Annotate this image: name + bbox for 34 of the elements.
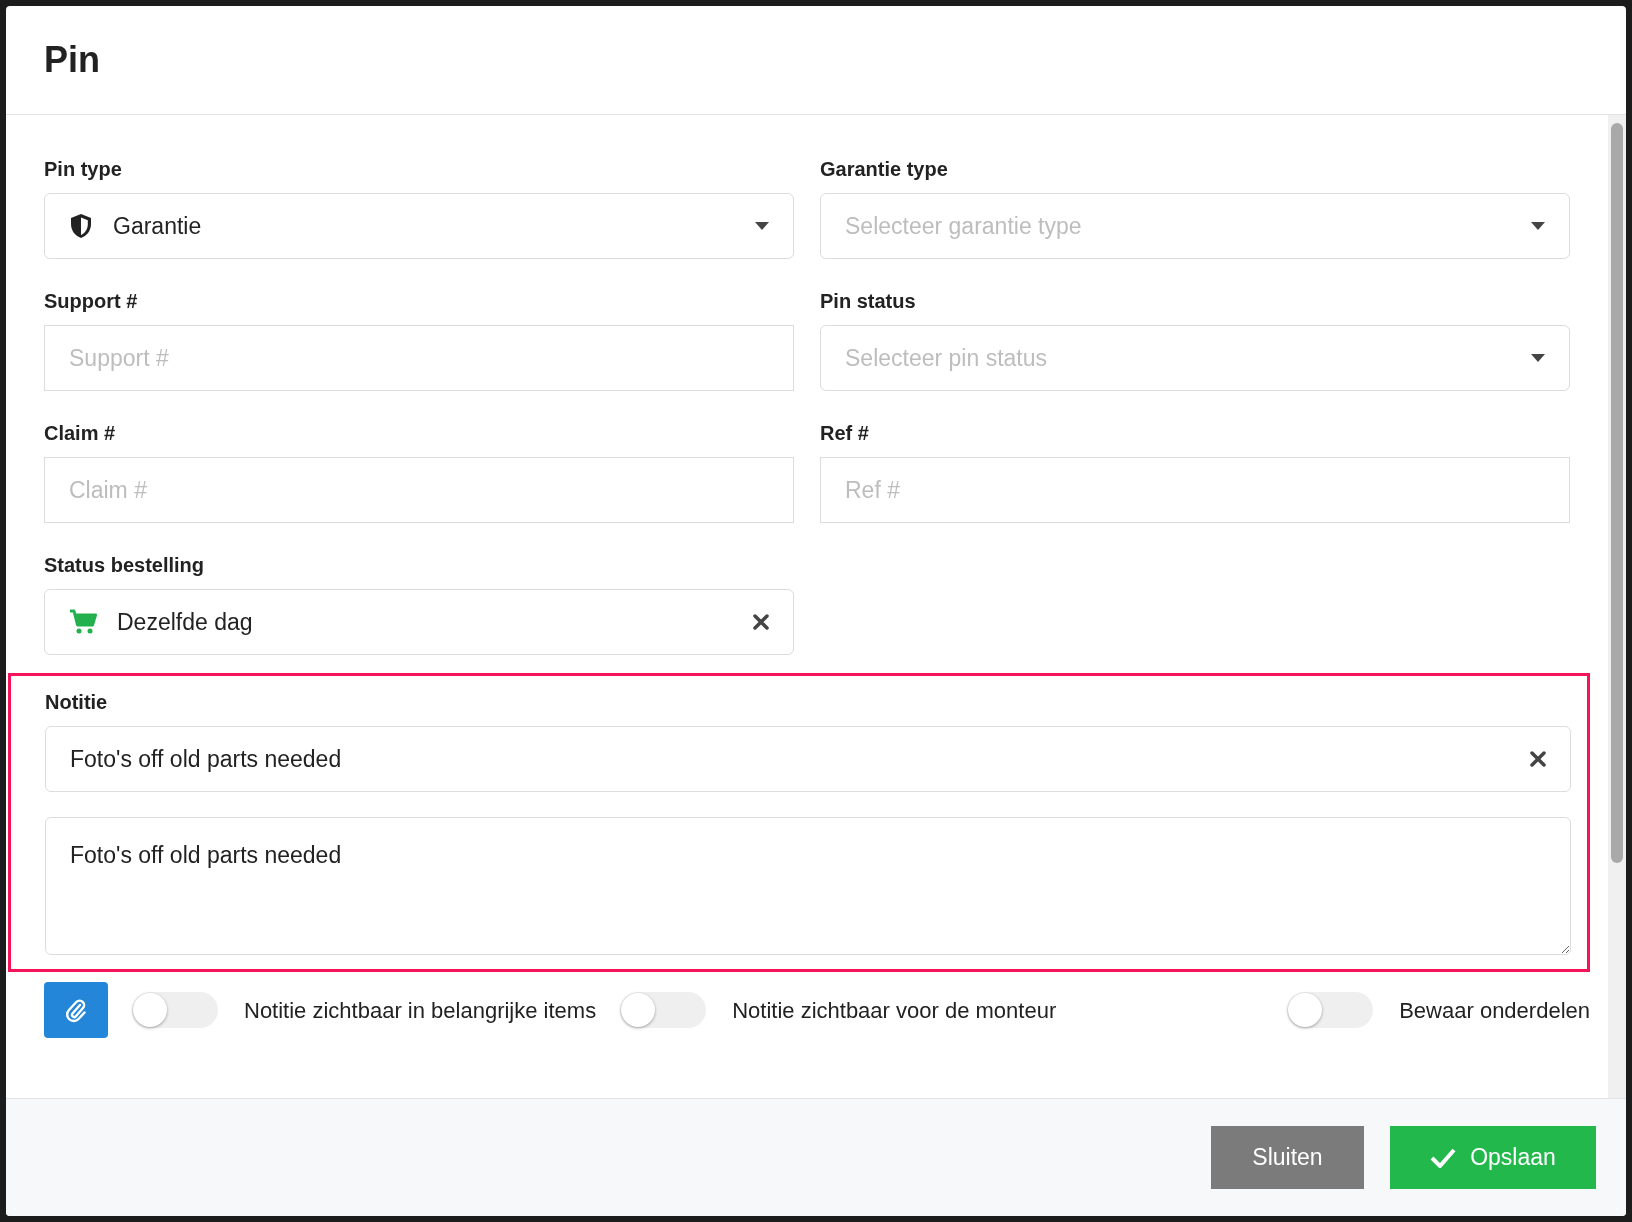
input-field[interactable]: Ref #: [820, 457, 1570, 523]
select-field[interactable]: Dezelfde dag: [44, 589, 794, 655]
toggle-label: Bewaar onderdelen: [1399, 996, 1590, 1025]
clear-icon[interactable]: [1530, 751, 1546, 767]
field-label: Pin type: [44, 157, 123, 182]
toggle-switch[interactable]: [620, 992, 707, 1028]
close-button[interactable]: Sluiten: [1211, 1126, 1364, 1189]
paperclip-icon: [65, 997, 87, 1023]
field-label: Pin status: [820, 289, 917, 314]
field-label: Support #: [44, 289, 139, 314]
text-area[interactable]: Foto's off old parts needed: [45, 817, 1571, 955]
input-field[interactable]: Claim #: [44, 457, 794, 523]
field-label: Claim #: [44, 421, 117, 446]
field-label: Status bestelling: [44, 553, 206, 578]
toggle-label: Notitie zichtbaar in belangrijke items: [244, 996, 597, 1025]
dialog-title: Pin: [44, 38, 100, 82]
input-field[interactable]: Foto's off old parts needed: [45, 726, 1571, 792]
attach-button[interactable]: [44, 982, 108, 1038]
toggle-switch[interactable]: [132, 992, 218, 1028]
caret-icon: [755, 222, 769, 230]
check-icon: [1430, 1147, 1457, 1168]
input-field[interactable]: Support #: [44, 325, 794, 391]
field-label: Garantie type: [820, 157, 949, 182]
caret-icon: [1531, 354, 1545, 362]
scrollbar[interactable]: [1608, 115, 1626, 1098]
toggle-label: Notitie zichtbaar voor de monteur: [732, 996, 1057, 1025]
cart-icon: [69, 609, 97, 635]
field-label: Notitie: [45, 690, 109, 715]
field-label: Ref #: [820, 421, 870, 446]
clear-icon[interactable]: [753, 614, 769, 630]
shield-icon: [69, 213, 93, 239]
caret-icon: [1531, 222, 1545, 230]
select-field[interactable]: Garantie: [44, 193, 794, 259]
toggle-switch[interactable]: [1287, 992, 1374, 1028]
